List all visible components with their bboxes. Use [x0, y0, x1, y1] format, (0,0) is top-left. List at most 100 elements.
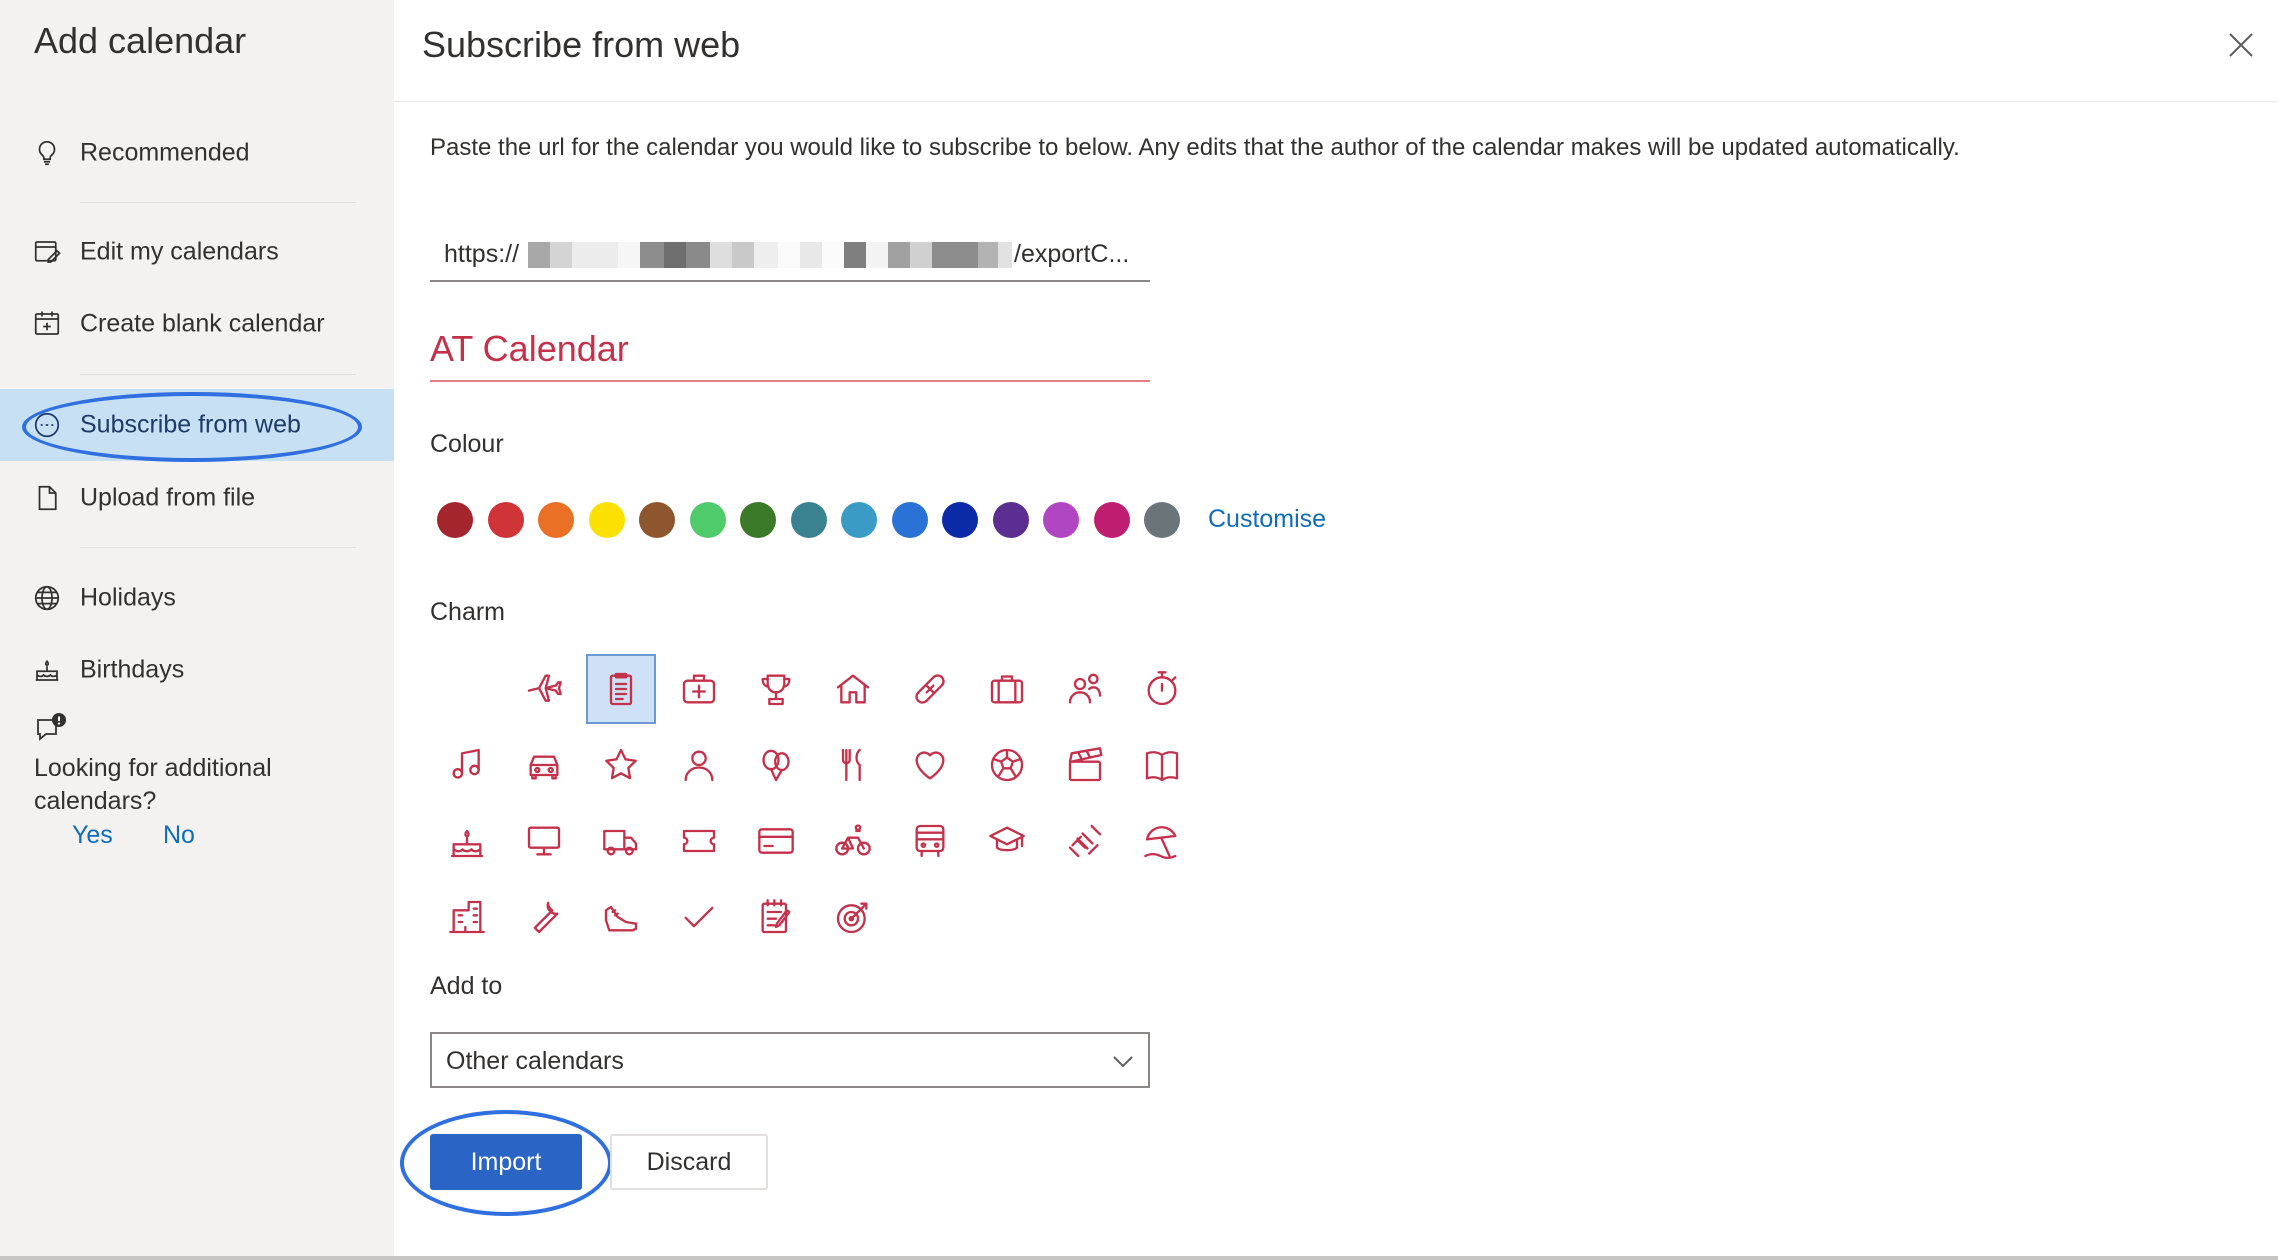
charm-none[interactable]: [432, 654, 502, 724]
charm-airplane[interactable]: [509, 654, 579, 724]
feedback-yes-link[interactable]: Yes: [72, 821, 113, 850]
charm-home[interactable]: [818, 654, 888, 724]
cutlery-icon: [841, 748, 861, 782]
cake-icon: [35, 659, 59, 681]
charm-dumbbell[interactable]: [1050, 806, 1120, 876]
charm-people[interactable]: [1050, 654, 1120, 724]
sidebar-item-label: Create blank calendar: [80, 309, 325, 338]
charm-truck[interactable]: [586, 806, 656, 876]
sidebar-item-edit-my-calendars[interactable]: Edit my calendars: [0, 216, 394, 288]
charm-wrench[interactable]: [509, 882, 579, 952]
building-icon: [449, 900, 485, 934]
charm-target[interactable]: [818, 882, 888, 952]
colour-swatch[interactable]: [841, 502, 877, 538]
colour-swatch[interactable]: [588, 502, 625, 538]
charm-balloons[interactable]: [741, 730, 811, 800]
charm-football[interactable]: [972, 730, 1042, 800]
graduation-cap-icon: [989, 826, 1026, 852]
target-icon: [836, 902, 868, 934]
charm-graduation-cap[interactable]: [972, 806, 1042, 876]
colour-swatch[interactable]: [740, 502, 776, 538]
checkmark-icon: [684, 906, 714, 928]
person-icon: [684, 750, 714, 782]
colour-swatch[interactable]: [1043, 502, 1079, 538]
charm-cutlery[interactable]: [818, 730, 888, 800]
colour-swatch[interactable]: [538, 502, 574, 538]
charm-stopwatch[interactable]: [1127, 654, 1197, 724]
sidebar-item-birthdays[interactable]: Birthdays: [0, 634, 394, 706]
colour-swatch[interactable]: [790, 502, 827, 538]
charm-monitor[interactable]: [509, 806, 579, 876]
calendar-name-input[interactable]: AT Calendar: [430, 318, 1150, 382]
charm-credit-card[interactable]: [741, 806, 811, 876]
colour-swatch[interactable]: [689, 502, 726, 538]
sidebar-item-subscribe-from-web[interactable]: Subscribe from web: [0, 389, 394, 461]
wrench-icon: [533, 901, 559, 934]
charm-checkmark[interactable]: [664, 882, 734, 952]
charm-clipboard[interactable]: [586, 654, 657, 724]
star-icon: [605, 748, 638, 780]
sidebar-item-holidays[interactable]: Holidays: [0, 562, 394, 634]
charm-sneaker[interactable]: [586, 882, 656, 952]
charm-ticket[interactable]: [664, 806, 734, 876]
customise-link[interactable]: Customise: [1208, 505, 1326, 534]
car-icon: [529, 755, 559, 780]
bandage-icon: [915, 674, 945, 704]
divider: [80, 374, 356, 375]
truck-icon: [603, 829, 638, 856]
colour-swatch[interactable]: [487, 502, 524, 538]
colour-swatch[interactable]: [992, 502, 1029, 538]
charm-car[interactable]: [509, 730, 579, 800]
colour-swatch[interactable]: [891, 502, 928, 538]
feedback-no-link[interactable]: No: [163, 821, 195, 850]
charm-building[interactable]: [432, 882, 502, 952]
charm-heart[interactable]: [895, 730, 965, 800]
add-to-dropdown[interactable]: Other calendars: [430, 1032, 1150, 1088]
add-to-value: Other calendars: [446, 1047, 624, 1075]
sidebar-item-label: Upload from file: [80, 483, 256, 512]
monitor-icon: [528, 826, 561, 856]
sidebar-item-create-blank-calendar[interactable]: Create blank calendar: [0, 288, 394, 360]
sidebar-item-label: Holidays: [80, 583, 176, 612]
file-icon: [38, 485, 57, 511]
lightbulb-icon: [38, 140, 56, 166]
charm-music[interactable]: [432, 730, 502, 800]
music-icon: [452, 748, 480, 779]
sidebar-item-recommended[interactable]: Recommended: [0, 117, 394, 189]
charm-person[interactable]: [664, 730, 734, 800]
edit-calendar-icon: [34, 241, 61, 263]
charm-first-aid[interactable]: [664, 654, 734, 724]
charm-beach-umbrella[interactable]: [1127, 806, 1197, 876]
clapperboard-icon: [1068, 747, 1103, 782]
charm-notepad[interactable]: [741, 882, 811, 952]
sidebar: Add calendar Recommended Edit my calenda…: [0, 0, 394, 1256]
discard-button[interactable]: Discard: [610, 1134, 768, 1190]
charm-bus[interactable]: [895, 806, 965, 876]
cake-icon: [450, 829, 484, 858]
colour-swatch[interactable]: [1093, 502, 1130, 538]
credit-card-icon: [757, 828, 794, 854]
briefcase-icon: [991, 675, 1024, 704]
close-icon[interactable]: [2224, 28, 2258, 62]
import-button[interactable]: Import: [430, 1134, 582, 1190]
charm-cake[interactable]: [432, 806, 502, 876]
colour-swatch[interactable]: [639, 502, 675, 538]
charm-bandage[interactable]: [895, 654, 965, 724]
bike-icon: [835, 824, 871, 856]
charm-trophy[interactable]: [741, 654, 811, 724]
charm-bike[interactable]: [818, 806, 888, 876]
charm-book[interactable]: [1127, 730, 1197, 800]
charm-briefcase[interactable]: [972, 654, 1042, 724]
url-input[interactable]: https:// /exportC...: [430, 228, 1150, 282]
colour-swatch[interactable]: [942, 502, 978, 538]
charm-star[interactable]: [586, 730, 656, 800]
header-divider: [394, 101, 2278, 102]
charm-clapperboard[interactable]: [1050, 730, 1120, 800]
sidebar-item-label: Subscribe from web: [80, 410, 301, 439]
colour-swatch[interactable]: [1144, 502, 1180, 538]
colour-swatch[interactable]: [437, 502, 473, 538]
sidebar-item-upload-from-file[interactable]: Upload from file: [0, 462, 394, 534]
chevron-down-icon: [1113, 1056, 1133, 1068]
clipboard-icon: [610, 672, 633, 706]
url-prefix: https://: [444, 240, 520, 268]
